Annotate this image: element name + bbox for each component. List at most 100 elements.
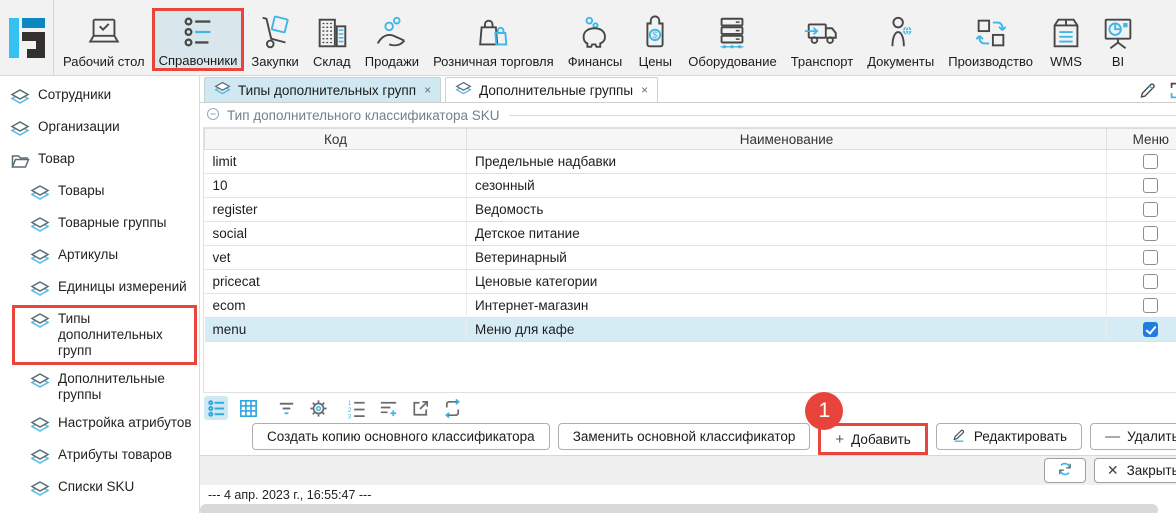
- cell-name[interactable]: Детское питание: [467, 222, 1107, 246]
- module-label: Финансы: [568, 54, 623, 69]
- module-item[interactable]: Закупки: [244, 9, 305, 71]
- tab[interactable]: Типы дополнительных групп×: [204, 77, 441, 102]
- module-label: Закупки: [251, 54, 298, 69]
- layers-icon: [30, 415, 50, 435]
- module-item[interactable]: $Цены: [629, 9, 681, 71]
- cell-menu: [1107, 294, 1176, 318]
- sidebar-item[interactable]: Типы дополнительных групп: [12, 305, 197, 365]
- collapse-icon[interactable]: [206, 107, 220, 124]
- module-item[interactable]: Транспорт: [784, 9, 861, 71]
- svg-text:$: $: [653, 30, 659, 41]
- menu-checkbox[interactable]: [1143, 226, 1158, 241]
- module-item[interactable]: Финансы: [561, 9, 630, 71]
- edit-button[interactable]: Редактировать: [936, 423, 1082, 450]
- sidebar-item[interactable]: Товары: [0, 177, 199, 209]
- cell-name[interactable]: Ценовые категории: [467, 270, 1107, 294]
- sidebar-item[interactable]: Товар: [0, 145, 199, 177]
- column-header-code[interactable]: Код: [205, 129, 467, 150]
- menu-checkbox[interactable]: [1143, 178, 1158, 193]
- warehouse-icon: [313, 12, 351, 52]
- reload-data-icon[interactable]: [440, 396, 464, 420]
- navigation-tree: Сотрудники ОрганизацииТоварТоварыТоварные…: [0, 76, 200, 513]
- top-module-bar: Рабочий столСправочники Закупки СкладПрода…: [0, 0, 1176, 76]
- settings-gear-icon[interactable]: [306, 396, 330, 420]
- menu-checkbox[interactable]: [1143, 274, 1158, 289]
- table-row[interactable]: menuМеню для кафе: [205, 318, 1176, 342]
- horizontal-scrollbar[interactable]: [200, 504, 1158, 513]
- module-item[interactable]: Продажи: [358, 9, 426, 71]
- fullscreen-icon[interactable]: [1169, 81, 1176, 100]
- sidebar-item-label: Сотрудники: [38, 87, 111, 103]
- module-label: Производство: [948, 54, 1033, 69]
- sidebar-item-label: Настройка атрибутов: [58, 415, 192, 431]
- sidebar-item[interactable]: Дополнительные группы: [0, 365, 199, 409]
- table-row[interactable]: registerВедомость: [205, 198, 1176, 222]
- list-view-icon[interactable]: [204, 396, 228, 420]
- sidebar-item[interactable]: Атрибуты товаров: [0, 441, 199, 473]
- copy-classifier-button[interactable]: Создать копию основного классификатора: [252, 423, 550, 450]
- add-button[interactable]: + Добавить: [821, 426, 924, 452]
- cell-code[interactable]: pricecat: [205, 270, 467, 294]
- column-header-menu[interactable]: Меню: [1107, 129, 1176, 150]
- delete-button[interactable]: — Удалить: [1090, 423, 1176, 450]
- numbered-list-icon[interactable]: 123: [344, 396, 368, 420]
- module-item[interactable]: Документы: [860, 9, 941, 71]
- cell-name[interactable]: сезонный: [467, 174, 1107, 198]
- menu-checkbox[interactable]: [1143, 250, 1158, 265]
- cell-name[interactable]: Ведомость: [467, 198, 1107, 222]
- cell-code[interactable]: 10: [205, 174, 467, 198]
- edit-icon[interactable]: [1138, 81, 1157, 100]
- step-annotation-1: 1: [805, 392, 843, 430]
- menu-checkbox[interactable]: [1143, 154, 1158, 169]
- bi-icon: [1099, 12, 1137, 52]
- table-row[interactable]: ecomИнтернет-магазин: [205, 294, 1176, 318]
- module-item[interactable]: Рабочий стол: [56, 9, 152, 71]
- add-row-icon[interactable]: [376, 396, 400, 420]
- table-row[interactable]: socialДетское питание: [205, 222, 1176, 246]
- cell-name[interactable]: Предельные надбавки: [467, 150, 1107, 174]
- cell-menu: [1107, 222, 1176, 246]
- cell-name[interactable]: Меню для кафе: [467, 318, 1107, 342]
- close-button[interactable]: ✕ Закрыть: [1094, 458, 1176, 483]
- menu-checkbox[interactable]: [1143, 202, 1158, 217]
- sidebar-item[interactable]: Организации: [0, 113, 199, 145]
- table-row[interactable]: pricecatЦеновые категории: [205, 270, 1176, 294]
- menu-checkbox[interactable]: [1143, 322, 1158, 337]
- module-item[interactable]: Склад: [306, 9, 358, 71]
- grid-view-icon[interactable]: [236, 396, 260, 420]
- module-item[interactable]: BI: [1092, 9, 1144, 71]
- table-row[interactable]: limitПредельные надбавки: [205, 150, 1176, 174]
- refresh-button[interactable]: [1044, 458, 1086, 483]
- tab[interactable]: Дополнительные группы×: [445, 77, 658, 102]
- cell-name[interactable]: Ветеринарный: [467, 246, 1107, 270]
- filter-icon[interactable]: [274, 396, 298, 420]
- sidebar-item[interactable]: Списки SKU: [0, 473, 199, 505]
- menu-checkbox[interactable]: [1143, 298, 1158, 313]
- tab-close-icon[interactable]: ×: [641, 83, 648, 97]
- sidebar-item[interactable]: Сотрудники: [0, 81, 199, 113]
- module-item[interactable]: WMS: [1040, 9, 1092, 71]
- cell-code[interactable]: vet: [205, 246, 467, 270]
- replace-classifier-button[interactable]: Заменить основной классификатор: [558, 423, 811, 450]
- tab-close-icon[interactable]: ×: [424, 83, 431, 97]
- cell-name[interactable]: Интернет-магазин: [467, 294, 1107, 318]
- sidebar-item[interactable]: Бренды: [0, 505, 199, 513]
- module-item[interactable]: Справочники: [152, 8, 245, 71]
- sidebar-item[interactable]: Товарные группы: [0, 209, 199, 241]
- module-item[interactable]: Розничная торговля: [426, 9, 561, 71]
- cell-code[interactable]: social: [205, 222, 467, 246]
- cell-code[interactable]: menu: [205, 318, 467, 342]
- table-row[interactable]: 10сезонный: [205, 174, 1176, 198]
- table-row[interactable]: vetВетеринарный: [205, 246, 1176, 270]
- module-item[interactable]: Производство: [941, 9, 1040, 71]
- sidebar-item[interactable]: Настройка атрибутов: [0, 409, 199, 441]
- module-item[interactable]: Оборудование: [681, 9, 783, 71]
- cell-code[interactable]: ecom: [205, 294, 467, 318]
- sidebar-item[interactable]: Артикулы: [0, 241, 199, 273]
- column-header-name[interactable]: Наименование: [467, 129, 1107, 150]
- sidebar-item[interactable]: Единицы измерений: [0, 273, 199, 305]
- tab-bar: Типы дополнительных групп×Дополнительные…: [200, 76, 1176, 103]
- open-in-new-icon[interactable]: [408, 396, 432, 420]
- cell-code[interactable]: register: [205, 198, 467, 222]
- cell-code[interactable]: limit: [205, 150, 467, 174]
